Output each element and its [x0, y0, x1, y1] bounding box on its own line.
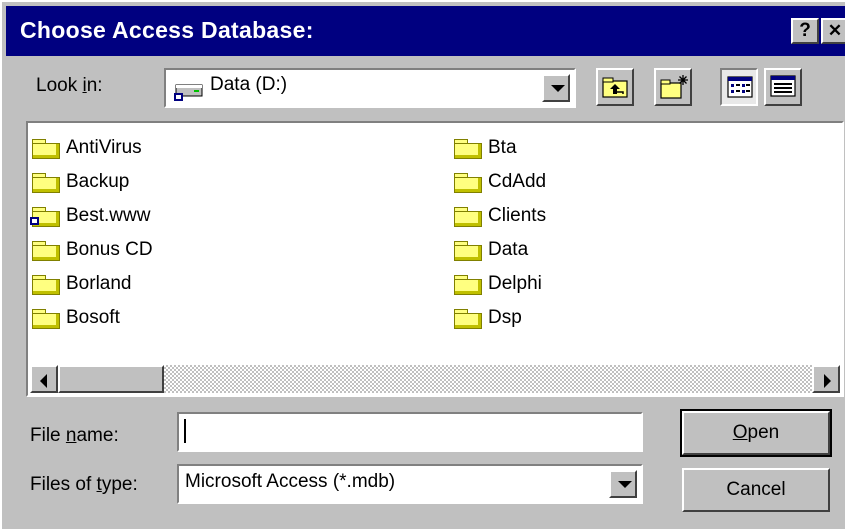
list-item-label: Bta	[488, 137, 517, 158]
folder-icon	[30, 308, 62, 329]
folder-icon	[452, 308, 484, 329]
list-view-icon	[727, 76, 753, 103]
look-in-combo[interactable]: Data (D:)	[164, 68, 576, 108]
list-item[interactable]: Bta	[452, 131, 546, 165]
files-of-type-combo[interactable]: Microsoft Access (*.mdb)	[177, 464, 643, 504]
close-button[interactable]: ✕	[821, 18, 845, 44]
look-in-dropdown-button[interactable]	[542, 74, 570, 102]
file-list-column-left: AntiVirus Backup Best.www Bonus CD Borla…	[30, 131, 153, 335]
arrow-left-icon	[40, 374, 47, 388]
file-name-label: File name:	[30, 425, 119, 446]
chevron-down-icon	[551, 85, 565, 92]
list-item[interactable]: Borland	[30, 267, 153, 301]
dialog-title: Choose Access Database:	[20, 17, 314, 43]
list-item[interactable]: Dsp	[452, 301, 546, 335]
file-list-column-right: Bta CdAdd Clients Data Delphi Dsp	[452, 131, 546, 335]
scroll-right-button[interactable]	[812, 365, 840, 393]
scroll-left-button[interactable]	[30, 365, 58, 393]
look-in-label: Look in:	[36, 75, 103, 96]
details-view-button[interactable]	[764, 68, 802, 106]
folder-icon	[452, 138, 484, 159]
scrollbar-thumb[interactable]	[58, 365, 164, 393]
list-item[interactable]: AntiVirus	[30, 131, 153, 165]
list-item[interactable]: Best.www	[30, 199, 153, 233]
list-item-label: Delphi	[488, 273, 542, 294]
shared-folder-icon	[30, 206, 62, 227]
files-of-type-value: Microsoft Access (*.mdb)	[185, 471, 396, 492]
folder-icon	[30, 240, 62, 261]
folder-icon	[30, 274, 62, 295]
up-folder-icon	[601, 75, 629, 104]
text-caret	[184, 419, 186, 443]
file-name-input[interactable]	[177, 412, 643, 452]
new-folder-icon	[659, 73, 689, 106]
folder-icon	[30, 172, 62, 193]
folder-icon	[452, 274, 484, 295]
list-item-label: CdAdd	[488, 171, 547, 192]
folder-icon	[452, 240, 484, 261]
cancel-button[interactable]: Cancel	[682, 468, 830, 512]
list-item-label: Best.www	[66, 205, 151, 226]
look-in-value: Data (D:)	[210, 74, 288, 95]
list-item-label: Clients	[488, 205, 547, 226]
file-list[interactable]: AntiVirus Backup Best.www Bonus CD Borla…	[26, 121, 844, 397]
folder-icon	[30, 138, 62, 159]
list-item[interactable]: Data	[452, 233, 546, 267]
open-button[interactable]: Open	[682, 411, 830, 455]
list-item-label: Borland	[66, 273, 132, 294]
horizontal-scrollbar[interactable]	[30, 365, 840, 393]
drive-icon	[174, 76, 206, 107]
folder-icon	[452, 172, 484, 193]
list-item-label: Bonus CD	[66, 239, 153, 260]
chevron-down-icon	[618, 481, 632, 488]
list-item[interactable]: Backup	[30, 165, 153, 199]
list-item[interactable]: CdAdd	[452, 165, 546, 199]
create-new-folder-button[interactable]	[654, 68, 692, 106]
details-view-icon	[770, 75, 796, 102]
list-item-label: Bosoft	[66, 307, 120, 328]
folder-icon	[452, 206, 484, 227]
list-item-label: Backup	[66, 171, 130, 192]
arrow-right-icon	[824, 374, 831, 388]
title-bar[interactable]: Choose Access Database: ? ✕	[6, 6, 845, 56]
choose-access-database-dialog: Choose Access Database: ? ✕ Look in: Dat…	[0, 0, 845, 529]
up-one-level-button[interactable]	[596, 68, 634, 106]
list-item[interactable]: Bonus CD	[30, 233, 153, 267]
list-item[interactable]: Delphi	[452, 267, 546, 301]
help-button[interactable]: ?	[791, 18, 819, 44]
list-item-label: AntiVirus	[66, 137, 142, 158]
list-item[interactable]: Clients	[452, 199, 546, 233]
list-view-button[interactable]	[720, 68, 758, 106]
list-item[interactable]: Bosoft	[30, 301, 153, 335]
files-of-type-label: Files of type:	[30, 474, 138, 495]
list-item-label: Data	[488, 239, 529, 260]
files-of-type-dropdown-button[interactable]	[609, 470, 637, 498]
list-item-label: Dsp	[488, 307, 522, 328]
